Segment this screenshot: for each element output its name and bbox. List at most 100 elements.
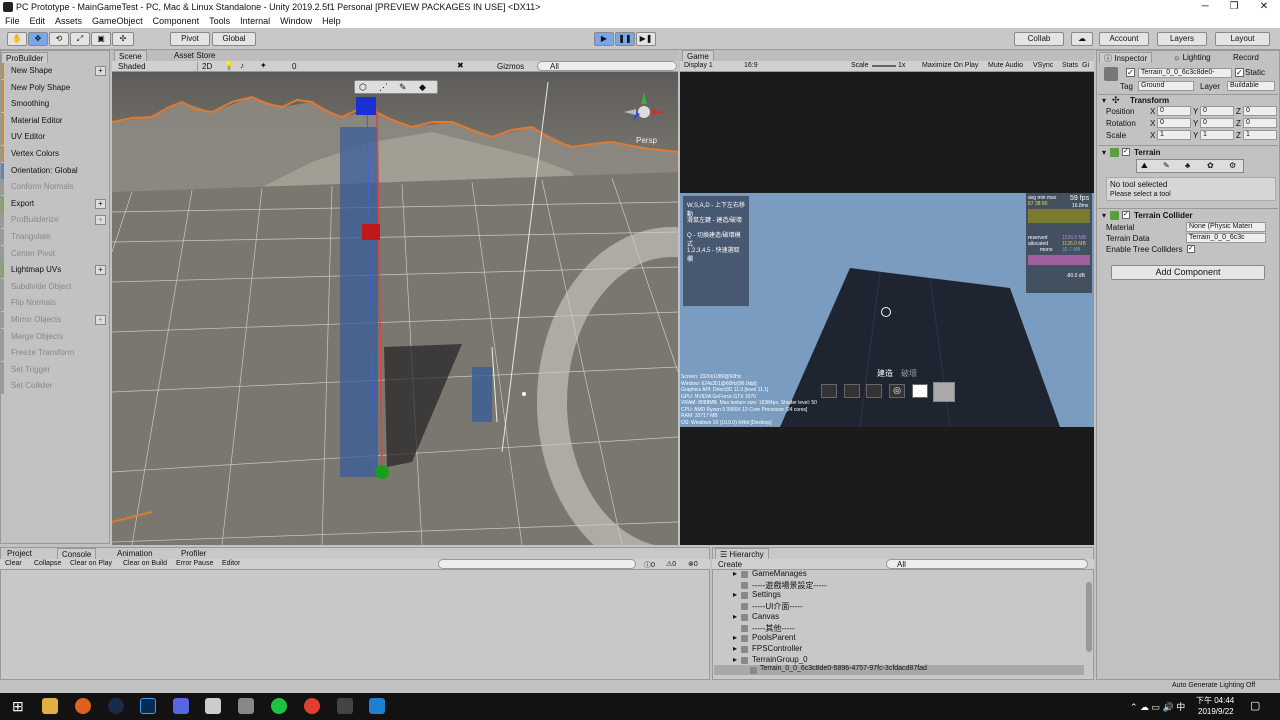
console-search-input[interactable] (438, 559, 636, 569)
menu-tools[interactable]: Tools (204, 14, 235, 26)
menu-edit[interactable]: Edit (25, 14, 51, 26)
detail-icon[interactable]: ✿ (1207, 161, 1214, 170)
terrain-data-field[interactable]: Terrain_0_0_6c3c (1186, 233, 1266, 243)
expand-arrow-icon[interactable]: ▸ (733, 612, 737, 621)
cloud-icon[interactable]: ☁ (1071, 32, 1093, 46)
layout-dropdown[interactable]: Layout (1215, 32, 1270, 46)
photos-icon[interactable] (238, 698, 254, 714)
tab-hierarchy[interactable]: ☰ Hierarchy (715, 548, 769, 559)
gameobject-name-field[interactable]: Terrain_0_0_6c3c8de0- (1138, 68, 1232, 78)
probuilder-item[interactable]: Lightmap UVs + (1, 262, 109, 279)
x-value-field[interactable]: 0 (1157, 118, 1191, 128)
z-value-field[interactable]: 0 (1243, 118, 1277, 128)
clock-time[interactable]: 下午 04:44 (1196, 695, 1234, 706)
editor-dropdown[interactable]: Editor (222, 560, 240, 567)
tab-profiler[interactable]: Profiler (177, 548, 210, 559)
layer-dropdown[interactable]: Buildable (1227, 81, 1275, 91)
probuilder-item[interactable]: UV Editor (1, 129, 109, 146)
add-component-button[interactable]: Add Component (1111, 265, 1265, 280)
tab-console[interactable]: Console (57, 548, 97, 559)
hotbar-slot-4[interactable]: ◎ (889, 384, 905, 398)
transform-header[interactable]: ▾ ✣ Transform (1098, 94, 1278, 105)
shading-dropdown[interactable]: Shaded (118, 62, 198, 71)
y-value-field[interactable]: 1 (1200, 130, 1234, 140)
probuilder-item[interactable]: Set Collider (1, 378, 109, 395)
probuilder-item[interactable]: ProBuilderize + (1, 212, 109, 229)
probuilder-item[interactable]: New Poly Shape (1, 79, 109, 96)
expand-arrow-icon[interactable]: ▸ (733, 633, 737, 642)
tree-colliders-checkbox[interactable]: ✓ (1187, 245, 1195, 253)
menu-internal[interactable]: Internal (235, 14, 275, 26)
menu-help[interactable]: Help (317, 14, 346, 26)
hotbar-slot-2[interactable] (844, 384, 860, 398)
probuilder-options-icon[interactable]: + (95, 215, 106, 226)
discord-icon[interactable] (173, 698, 189, 714)
active-checkbox[interactable]: ✓ (1126, 68, 1135, 77)
stats-toggle[interactable]: Stats (1062, 62, 1078, 69)
hotbar-slot-5[interactable] (912, 384, 928, 398)
probuilder-item[interactable]: Mirror Objects + (1, 312, 109, 328)
light-icon[interactable]: 💡 (224, 61, 234, 70)
scale-tool-icon[interactable]: ⤢ (70, 32, 90, 46)
game-gizmos-toggle[interactable]: Gi (1082, 62, 1089, 69)
move-tool-icon[interactable]: ✥ (28, 32, 48, 46)
y-value-field[interactable]: 0 (1200, 118, 1234, 128)
scene-view[interactable]: ⬡ ⋰ ✎ ◆ Persp (112, 72, 678, 545)
hotbar-selected-slot[interactable] (933, 382, 955, 402)
menu-window[interactable]: Window (275, 14, 317, 26)
pivot-toggle[interactable]: Pivot (170, 32, 210, 46)
terrain-header[interactable]: ▾ ✓ Terrain (1098, 145, 1278, 157)
scene-search-input[interactable]: All (537, 61, 677, 71)
step-button[interactable]: ▶❚ (636, 32, 656, 46)
error-count[interactable]: ⊗0 (688, 560, 698, 568)
file-explorer-icon[interactable] (42, 698, 58, 714)
steam-icon[interactable] (108, 698, 124, 714)
tray-icons[interactable]: ⌃ ☁ ▭ 🔊 中 (1130, 700, 1185, 713)
gizmos-dropdown[interactable]: Gizmos (497, 62, 524, 71)
hierarchy-item[interactable]: Terrain_0_0_6c3c8de0-5896-4757-97fc-3cfd… (714, 665, 1084, 676)
audio-icon[interactable]: ♪ (240, 61, 244, 70)
clock-date[interactable]: 2019/9/22 (1198, 707, 1234, 716)
probuilder-item[interactable]: Subdivide Object (1, 278, 109, 295)
clear-on-build-toggle[interactable]: Clear on Build (123, 560, 167, 567)
line-icon[interactable] (271, 698, 287, 714)
probuilder-item[interactable]: Vertex Colors (1, 146, 109, 162)
probuilder-options-icon[interactable]: + (95, 265, 106, 276)
probuilder-item[interactable]: Export + (1, 195, 109, 212)
effects-icon[interactable]: ✦ (260, 61, 267, 70)
probuilder-item[interactable]: Merge Objects (1, 328, 109, 345)
toggle-2d[interactable]: 2D (202, 62, 212, 71)
vscode-icon[interactable] (369, 698, 385, 714)
hierarchy-item[interactable]: ▸ FPSController (714, 644, 1084, 654)
collab-button[interactable]: Collab (1014, 32, 1064, 46)
scene-gizmo-icon[interactable] (622, 90, 666, 134)
collider-enabled-checkbox[interactable]: ✓ (1122, 211, 1130, 219)
menu-file[interactable]: File (0, 14, 25, 26)
edge-mode-icon[interactable]: ✎ (399, 82, 407, 93)
tab-animation[interactable]: Animation (113, 548, 157, 559)
tab-project[interactable]: Project (3, 548, 36, 559)
hotbar-slot-3[interactable] (866, 384, 882, 398)
probuilder-item[interactable]: Set Trigger (1, 361, 109, 378)
probuilder-item[interactable]: Smoothing (1, 96, 109, 113)
tab-probuilder[interactable]: ProBuilder (1, 52, 49, 63)
clear-on-play-toggle[interactable]: Clear on Play (70, 560, 112, 567)
raise-terrain-icon[interactable]: ⛰ (1141, 161, 1148, 171)
static-checkbox[interactable]: ✓ (1235, 68, 1244, 77)
global-toggle[interactable]: Global (212, 32, 256, 46)
hierarchy-item[interactable]: ▸ Settings (714, 590, 1084, 600)
unity-taskbar-icon[interactable] (337, 698, 353, 714)
z-value-field[interactable]: 1 (1243, 130, 1277, 140)
notification-icon[interactable]: ▢ (1250, 699, 1260, 712)
layers-dropdown[interactable]: Layers (1157, 32, 1207, 46)
expand-arrow-icon[interactable]: ▸ (733, 644, 737, 653)
maximize-on-play-toggle[interactable]: Maximize On Play (922, 62, 978, 69)
probuilder-item[interactable]: New Shape + (1, 63, 109, 79)
create-dropdown[interactable]: Create (718, 560, 742, 569)
probuilder-item[interactable]: Triangulate (1, 229, 109, 245)
vsync-toggle[interactable]: VSync (1033, 62, 1053, 69)
tools-icon[interactable]: ✖ (457, 61, 464, 70)
rect-tool-icon[interactable]: ▣ (91, 32, 111, 46)
game-view[interactable]: W,S,A,D - 上下左右移動 滑鼠左鍵 - 建造/破壞 Q - 切換建造/破… (680, 72, 1094, 545)
probuilder-item[interactable]: Orientation: Global (1, 162, 109, 179)
